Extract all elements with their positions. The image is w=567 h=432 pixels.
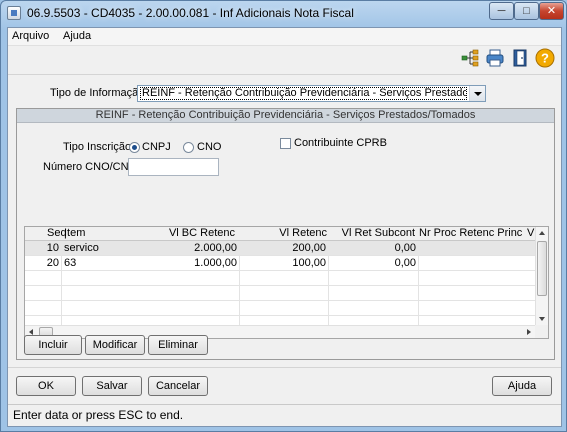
salvar-button[interactable]: Salvar xyxy=(82,376,142,396)
minimize-button[interactable]: ─ xyxy=(489,2,514,20)
table-row[interactable]: 20 63 1.000,00 100,00 0,00 xyxy=(25,256,536,271)
modificar-button[interactable]: Modificar xyxy=(85,335,145,355)
column-header-vl-retenc[interactable]: Vl Retenc xyxy=(239,227,329,241)
maximize-button[interactable]: □ xyxy=(514,2,539,20)
help-icon[interactable]: ? xyxy=(535,48,555,68)
radio-cnpj-label[interactable]: CNPJ xyxy=(142,141,171,153)
printer-icon[interactable] xyxy=(485,48,505,68)
radio-cno[interactable] xyxy=(183,142,194,153)
ok-button[interactable]: OK xyxy=(16,376,76,396)
table-row-empty[interactable] xyxy=(25,301,536,316)
footer-separator xyxy=(8,367,561,368)
reinf-group: REINF - Retenção Contribuição Previdenci… xyxy=(16,108,555,360)
scroll-right-icon[interactable] xyxy=(527,329,531,335)
radio-cnpj[interactable] xyxy=(129,142,140,153)
cell-item: servico xyxy=(64,242,99,254)
menu-arquivo[interactable]: Arquivo xyxy=(12,30,49,42)
cell-nr-proc xyxy=(418,241,535,256)
cell-item: 63 xyxy=(64,257,77,269)
title-bar[interactable]: 06.9.5503 - CD4035 - 2.00.00.081 - Inf A… xyxy=(1,1,566,25)
tipo-inscricao-label: Tipo Inscrição: xyxy=(63,141,135,153)
scroll-up-icon[interactable] xyxy=(539,231,545,235)
eliminar-button[interactable]: Eliminar xyxy=(148,335,208,355)
cell-vl-ret-subcont: 0,00 xyxy=(394,242,416,254)
cell-seq: 20 xyxy=(46,257,59,269)
scroll-corner xyxy=(535,325,548,338)
chevron-down-icon[interactable] xyxy=(469,86,485,101)
app-icon xyxy=(7,6,21,20)
close-window-button[interactable]: ✕ xyxy=(539,2,564,20)
table-row-empty[interactable] xyxy=(25,286,536,301)
client-area: Arquivo Ajuda ? Tipo de Informação: REIN… xyxy=(7,27,562,427)
retencao-grid: Seq Item Vl BC Retenc Vl Retenc Vl Ret S… xyxy=(24,226,549,339)
scroll-down-icon[interactable] xyxy=(539,317,545,321)
cell-vl-bc-retenc: 2.000,00 xyxy=(194,242,237,254)
cancelar-button[interactable]: Cancelar xyxy=(148,376,208,396)
radio-cno-label[interactable]: CNO xyxy=(197,141,221,153)
group-title: REINF - Retenção Contribuição Previdenci… xyxy=(17,109,554,123)
application-window: 06.9.5503 - CD4035 - 2.00.00.081 - Inf A… xyxy=(0,0,567,432)
status-bar: Enter data or press ESC to end. xyxy=(8,404,561,426)
table-row[interactable]: 10 servico 2.000,00 200,00 0,00 xyxy=(25,241,536,256)
vertical-scroll-thumb[interactable] xyxy=(537,241,547,296)
tipo-informacao-select[interactable]: REINF - Retenção Contribuição Previdenci… xyxy=(137,85,486,102)
vertical-scrollbar[interactable] xyxy=(535,227,548,326)
cell-seq: 10 xyxy=(46,242,59,254)
cell-vl-retenc: 100,00 xyxy=(292,257,326,269)
ajuda-button[interactable]: Ajuda xyxy=(492,376,552,396)
cell-vl-ret-subcont: 0,00 xyxy=(394,257,416,269)
column-header-vl-ret-subcont[interactable]: Vl Ret Subcont xyxy=(331,227,417,241)
contribuinte-cprb-checkbox[interactable] xyxy=(280,138,291,149)
column-header-nr-proc-retenc-princ[interactable]: Nr Proc Retenc Princ xyxy=(417,227,535,241)
menu-bar: Arquivo Ajuda xyxy=(8,28,561,46)
contribuinte-cprb-label[interactable]: Contribuinte CPRB xyxy=(294,137,387,149)
cell-vl-bc-retenc: 1.000,00 xyxy=(194,257,237,269)
column-header-item[interactable]: Item xyxy=(62,227,142,241)
numero-cno-cnpj-input[interactable] xyxy=(128,158,219,176)
cell-nr-proc xyxy=(418,256,535,271)
tipo-informacao-label: Tipo de Informação: xyxy=(50,87,148,99)
menu-ajuda[interactable]: Ajuda xyxy=(63,30,91,42)
column-header-vl-bc-retenc[interactable]: Vl BC Retenc xyxy=(155,227,237,241)
incluir-button[interactable]: Incluir xyxy=(24,335,82,355)
exit-door-icon[interactable] xyxy=(510,48,530,68)
grid-header: Seq Item Vl BC Retenc Vl Retenc Vl Ret S… xyxy=(25,227,537,241)
cell-vl-retenc: 200,00 xyxy=(292,242,326,254)
tree-structure-icon[interactable] xyxy=(460,48,480,68)
toolbar-separator xyxy=(8,74,561,75)
window-title: 06.9.5503 - CD4035 - 2.00.00.081 - Inf A… xyxy=(27,6,354,20)
tipo-informacao-value: REINF - Retenção Contribuição Previdenci… xyxy=(140,87,467,100)
help-icon-glyph: ? xyxy=(541,51,549,66)
table-row-empty[interactable] xyxy=(25,271,536,286)
